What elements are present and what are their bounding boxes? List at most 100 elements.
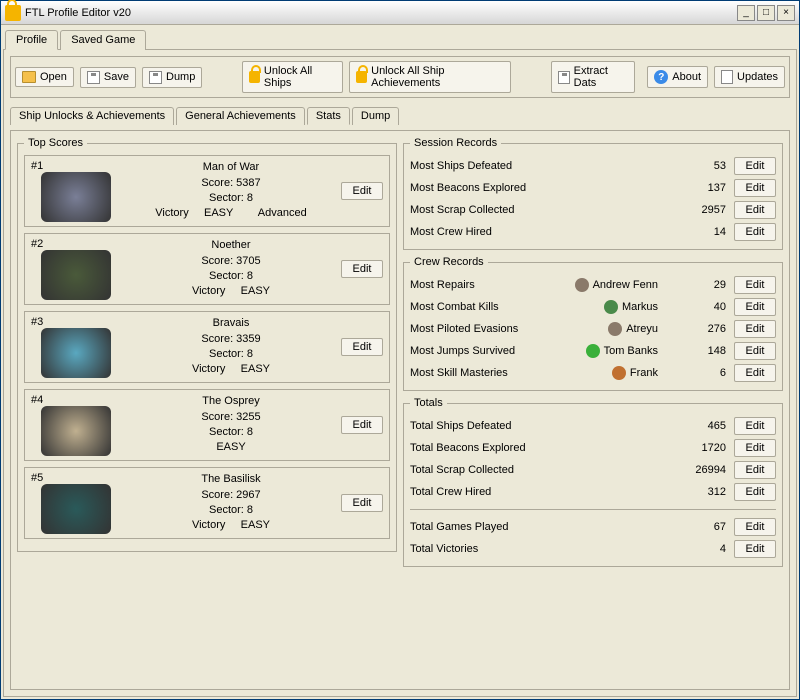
app-window: FTL Profile Editor v20 _ □ × Profile Sav… xyxy=(0,0,800,700)
edit-button[interactable]: Edit xyxy=(734,342,776,360)
record-value: 67 xyxy=(666,521,726,533)
left-column: Top Scores #1Man of WarScore: 5387Sector… xyxy=(17,137,397,683)
lock-icon xyxy=(356,71,367,83)
edit-button[interactable]: Edit xyxy=(734,518,776,536)
record-row: Most Crew Hired 14 Edit xyxy=(410,221,776,243)
record-label: Most Ships Defeated xyxy=(410,160,658,172)
edit-button[interactable]: Edit xyxy=(734,276,776,294)
folder-icon xyxy=(22,71,36,83)
edit-button[interactable]: Edit xyxy=(734,483,776,501)
edit-button[interactable]: Edit xyxy=(734,540,776,558)
crew-records-legend: Crew Records xyxy=(410,256,488,268)
crew-icon xyxy=(586,344,600,358)
ship-icon xyxy=(41,484,111,534)
edit-button[interactable]: Edit xyxy=(734,417,776,435)
tab-profile[interactable]: Profile xyxy=(5,30,58,50)
edit-button[interactable]: Edit xyxy=(734,461,776,479)
session-records-legend: Session Records xyxy=(410,137,501,149)
edit-button[interactable]: Edit xyxy=(734,179,776,197)
record-value: 14 xyxy=(666,226,726,238)
edit-button[interactable]: Edit xyxy=(734,201,776,219)
edit-button[interactable]: Edit xyxy=(341,260,383,278)
record-value: 26994 xyxy=(666,464,726,476)
edit-button[interactable]: Edit xyxy=(734,439,776,457)
close-button[interactable]: × xyxy=(777,5,795,21)
main-tabbar: Profile Saved Game xyxy=(3,27,797,49)
score-entry: #2NoetherScore: 3705Sector: 8Victory EAS… xyxy=(24,233,390,305)
save-button[interactable]: Save xyxy=(80,67,136,88)
edit-button[interactable]: Edit xyxy=(734,157,776,175)
score-text: The OspreyScore: 3255Sector: 8EASY xyxy=(127,394,335,456)
score-entry: #5The BasiliskScore: 2967Sector: 8Victor… xyxy=(24,467,390,539)
edit-button[interactable]: Edit xyxy=(341,494,383,512)
edit-button[interactable]: Edit xyxy=(341,416,383,434)
unlock-ships-button[interactable]: Unlock All Ships xyxy=(242,61,343,93)
record-row: Total Ships Defeated465Edit xyxy=(410,415,776,437)
record-value: 2957 xyxy=(666,204,726,216)
edit-button[interactable]: Edit xyxy=(734,223,776,241)
crew-name: Tom Banks xyxy=(586,344,658,358)
open-button[interactable]: Open xyxy=(15,67,74,87)
crew-name: Andrew Fenn xyxy=(575,278,658,292)
ship-name: The Basilisk xyxy=(127,472,335,487)
score-rank: #5 xyxy=(31,472,121,484)
sub-tabbar: Ship Unlocks & Achievements General Achi… xyxy=(10,106,790,124)
crew-icon xyxy=(604,300,618,314)
crew-icon xyxy=(608,322,622,336)
record-label: Most Beacons Explored xyxy=(410,182,658,194)
record-row: Most Beacons Explored 137 Edit xyxy=(410,177,776,199)
score-rank: #3 xyxy=(31,316,121,328)
lock-icon xyxy=(249,71,260,83)
record-row: Total Games Played 67 Edit xyxy=(410,516,776,538)
score-text: BravaisScore: 3359Sector: 8Victory EASY xyxy=(127,316,335,378)
window-buttons: _ □ × xyxy=(737,5,795,21)
record-label: Total Ships Defeated xyxy=(410,420,658,432)
extract-dats-button[interactable]: Extract Dats xyxy=(551,61,636,93)
content: Profile Saved Game Open Save Dump Unlock… xyxy=(1,25,799,699)
subtab-dump[interactable]: Dump xyxy=(352,107,399,125)
tab-saved-game[interactable]: Saved Game xyxy=(60,30,146,50)
crew-record-row: Most Jumps SurvivedTom Banks148Edit xyxy=(410,340,776,362)
edit-button[interactable]: Edit xyxy=(734,298,776,316)
record-value: 137 xyxy=(666,182,726,194)
unlock-achievements-button[interactable]: Unlock All Ship Achievements xyxy=(349,61,511,93)
record-label: Most Jumps Survived xyxy=(410,345,578,357)
record-label: Total Games Played xyxy=(410,521,658,533)
subtab-general[interactable]: General Achievements xyxy=(176,107,305,125)
updates-button[interactable]: Updates xyxy=(714,66,785,88)
record-value: 4 xyxy=(666,543,726,555)
ship-icon xyxy=(41,328,111,378)
record-row: Most Scrap Collected2957Edit xyxy=(410,199,776,221)
ship-icon xyxy=(41,172,111,222)
score-rank: #1 xyxy=(31,160,121,172)
edit-button[interactable]: Edit xyxy=(734,320,776,338)
score-entry: #3 BravaisScore: 3359Sector: 8Victory EAS… xyxy=(24,311,390,383)
subtab-unlocks[interactable]: Ship Unlocks & Achievements xyxy=(10,107,174,125)
edit-button[interactable]: Edit xyxy=(341,182,383,200)
about-button[interactable]: ?About xyxy=(647,66,708,88)
record-label: Most Combat Kills xyxy=(410,301,596,313)
record-label: Total Victories xyxy=(410,543,658,555)
score-text: Man of WarScore: 5387Sector: 8Victory EA… xyxy=(127,160,335,222)
edit-button[interactable]: Edit xyxy=(734,364,776,382)
record-row: Total Scrap Collected26994Edit xyxy=(410,459,776,481)
record-row: Total Crew Hired312Edit xyxy=(410,481,776,503)
doc-icon xyxy=(721,70,733,84)
crew-record-row: Most Piloted EvasionsAtreyu276Edit xyxy=(410,318,776,340)
window-title: FTL Profile Editor v20 xyxy=(25,7,737,19)
totals-group: Totals Total Ships Defeated465EditTotal … xyxy=(403,397,783,567)
score-rank: #4 xyxy=(31,394,121,406)
maximize-button[interactable]: □ xyxy=(757,5,775,21)
score-entry: #1 Man of WarScore: 5387Sector: 8Victory … xyxy=(24,155,390,227)
ship-icon xyxy=(41,250,111,300)
crew-record-row: Most Combat KillsMarkus40Edit xyxy=(410,296,776,318)
edit-button[interactable]: Edit xyxy=(341,338,383,356)
dump-button[interactable]: Dump xyxy=(142,67,202,88)
minimize-button[interactable]: _ xyxy=(737,5,755,21)
record-label: Most Crew Hired xyxy=(410,226,658,238)
titlebar: FTL Profile Editor v20 _ □ × xyxy=(1,1,799,25)
subtab-stats[interactable]: Stats xyxy=(307,107,350,125)
crew-name: Atreyu xyxy=(608,322,658,336)
ship-name: The Osprey xyxy=(127,394,335,409)
record-value: 312 xyxy=(666,486,726,498)
